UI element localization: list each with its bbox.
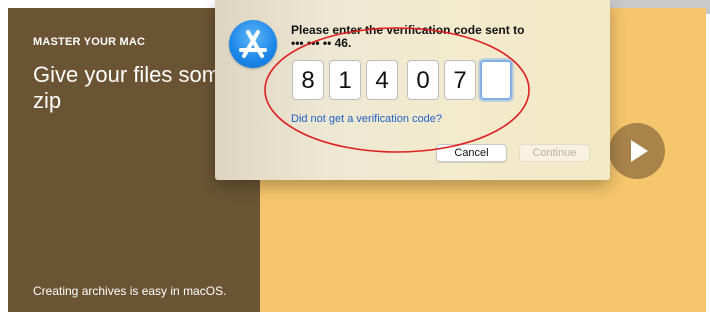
code-digit-5[interactable]: 7 [444, 60, 476, 100]
background: MASTER YOUR MAC Give your files some zip… [0, 0, 710, 312]
verification-dialog: Please enter the verification code sent … [215, 0, 610, 180]
resend-code-link[interactable]: Did not get a verification code? [291, 113, 442, 125]
play-icon [631, 140, 648, 162]
promo-headline: Give your files some zip [33, 62, 233, 113]
prompt-line-2: ••• ••• •• 46. [291, 36, 352, 50]
promo-caption: Creating archives is easy in macOS. [33, 284, 227, 298]
code-digit-4[interactable]: 0 [407, 60, 439, 100]
code-digit-2[interactable]: 1 [329, 60, 361, 100]
cancel-button[interactable]: Cancel [436, 144, 507, 162]
promo-eyebrow: MASTER YOUR MAC [33, 36, 146, 48]
code-digit-1[interactable]: 8 [292, 60, 324, 100]
verification-prompt: Please enter the verification code sent … [291, 24, 591, 50]
code-digit-3[interactable]: 4 [366, 60, 398, 100]
app-store-icon [229, 20, 277, 68]
continue-button[interactable]: Continue [519, 144, 590, 162]
play-button[interactable] [609, 123, 665, 179]
code-digit-6[interactable] [480, 60, 512, 100]
